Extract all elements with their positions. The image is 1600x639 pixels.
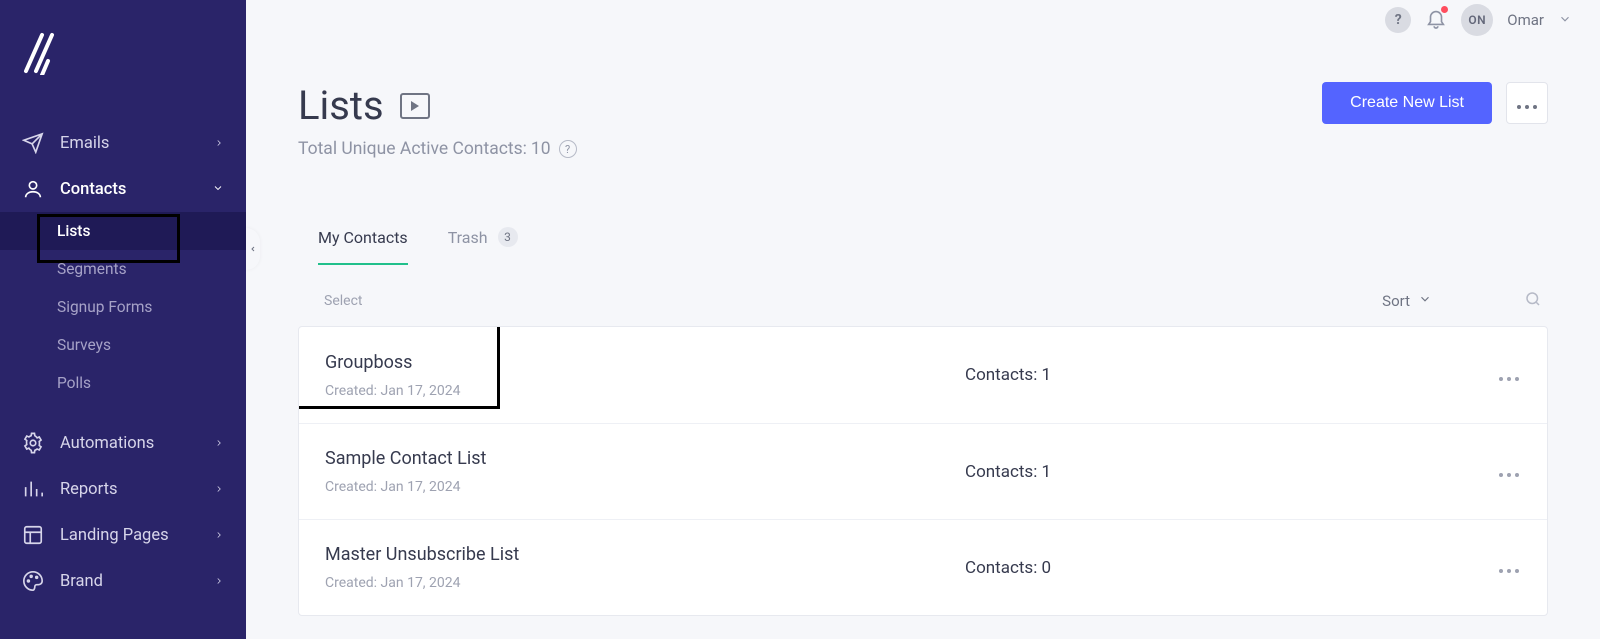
layout-icon [22, 524, 60, 546]
list-contacts-count: Contacts: 0 [965, 558, 1481, 578]
list-row[interactable]: Sample Contact List Created: Jan 17, 202… [299, 423, 1547, 519]
tab-my-contacts[interactable]: My Contacts [318, 227, 408, 265]
chevron-right-icon [214, 480, 224, 499]
list-row[interactable]: Groupboss Created: Jan 17, 2024 Contacts… [299, 327, 1547, 423]
more-actions-button[interactable] [1506, 82, 1548, 124]
list-row[interactable]: Master Unsubscribe List Created: Jan 17,… [299, 519, 1547, 615]
sidebar-item-automations[interactable]: Automations [0, 420, 246, 466]
list-row-actions-button[interactable] [1481, 366, 1521, 385]
search-icon [1524, 293, 1542, 312]
sort-button[interactable]: Sort [1382, 292, 1432, 310]
sidebar-item-label: Automations [60, 434, 154, 453]
ellipsis-icon [1497, 558, 1521, 577]
sidebar-item-label: Polls [57, 374, 91, 392]
sidebar-item-segments[interactable]: Segments [0, 250, 246, 288]
sidebar-item-reports[interactable]: Reports [0, 466, 246, 512]
total-contacts-count: 10 [531, 139, 551, 159]
tab-count-badge: 3 [498, 227, 518, 247]
tab-label: Trash [448, 228, 488, 247]
sidebar-item-label: Signup Forms [57, 298, 152, 316]
create-new-list-button[interactable]: Create New List [1322, 82, 1492, 124]
play-icon [411, 101, 419, 111]
sidebar-item-label: Contacts [60, 180, 126, 199]
user-menu-toggle[interactable] [1558, 11, 1572, 30]
sidebar-item-lists[interactable]: Lists [0, 212, 246, 250]
sidebar-item-label: Brand [60, 572, 103, 591]
chevron-down-icon [212, 180, 224, 199]
sidebar-item-label: Reports [60, 480, 118, 499]
avatar-initials: ON [1468, 13, 1486, 27]
list-name: Groupboss [325, 352, 965, 373]
sidebar-item-emails[interactable]: Emails [0, 120, 246, 166]
chevron-right-icon [214, 134, 224, 153]
sidebar-item-label: Landing Pages [60, 526, 169, 545]
sidebar-item-label: Emails [60, 134, 109, 153]
list-created-date: Created: Jan 17, 2024 [325, 383, 965, 399]
sidebar-item-label: Lists [57, 222, 90, 240]
sidebar-item-surveys[interactable]: Surveys [0, 326, 246, 364]
video-intro-button[interactable] [400, 93, 430, 119]
sidebar-item-label: Segments [57, 260, 127, 278]
ellipsis-icon [1497, 462, 1521, 481]
sidebar-item-signup-forms[interactable]: Signup Forms [0, 288, 246, 326]
chevron-right-icon [214, 434, 224, 453]
palette-icon [22, 570, 60, 592]
list-name: Sample Contact List [325, 448, 965, 469]
list-row-actions-button[interactable] [1481, 462, 1521, 481]
username-label: Omar [1507, 11, 1544, 29]
ellipsis-icon [1497, 366, 1521, 385]
list-created-date: Created: Jan 17, 2024 [325, 479, 965, 495]
avatar[interactable]: ON [1461, 4, 1493, 36]
app-logo [22, 31, 58, 75]
help-icon[interactable]: ? [1385, 7, 1411, 33]
select-all-button[interactable]: Select [324, 293, 362, 309]
topbar: ? ON Omar [246, 0, 1600, 36]
gear-icon [22, 432, 60, 454]
page-title: Lists [298, 82, 384, 129]
list-row-actions-button[interactable] [1481, 558, 1521, 577]
paper-plane-icon [22, 132, 60, 154]
bar-chart-icon [22, 478, 60, 500]
sidebar-item-brand[interactable]: Brand [0, 558, 246, 604]
info-icon[interactable]: ? [559, 140, 577, 158]
sidebar-item-polls[interactable]: Polls [0, 364, 246, 402]
person-icon [22, 178, 60, 200]
bell-icon [1425, 14, 1447, 33]
subtitle-prefix: Total Unique Active Contacts: [298, 139, 527, 159]
sidebar-item-contacts[interactable]: Contacts [0, 166, 246, 212]
tab-label: My Contacts [318, 228, 408, 247]
list-name: Master Unsubscribe List [325, 544, 965, 565]
sidebar: Emails Contacts Lists Segments Signup Fo [0, 0, 246, 639]
contacts-sublist: Lists Segments Signup Forms Surveys Poll… [0, 212, 246, 402]
chevron-right-icon [214, 572, 224, 591]
help-icon-label: ? [1395, 12, 1402, 28]
sort-label: Sort [1382, 292, 1410, 310]
main-content: ? ON Omar Lists [246, 0, 1600, 639]
search-button[interactable] [1524, 290, 1542, 312]
list-contacts-count: Contacts: 1 [965, 365, 1481, 385]
chevron-down-icon [1418, 292, 1432, 310]
notifications-button[interactable] [1425, 7, 1447, 33]
sidebar-item-landing-pages[interactable]: Landing Pages [0, 512, 246, 558]
ellipsis-icon [1515, 94, 1539, 113]
sidebar-item-label: Surveys [57, 336, 111, 354]
list-created-date: Created: Jan 17, 2024 [325, 575, 965, 591]
tab-trash[interactable]: Trash 3 [448, 227, 518, 265]
chevron-right-icon [214, 526, 224, 545]
list-contacts-count: Contacts: 1 [965, 462, 1481, 482]
chevron-down-icon [1558, 11, 1572, 30]
